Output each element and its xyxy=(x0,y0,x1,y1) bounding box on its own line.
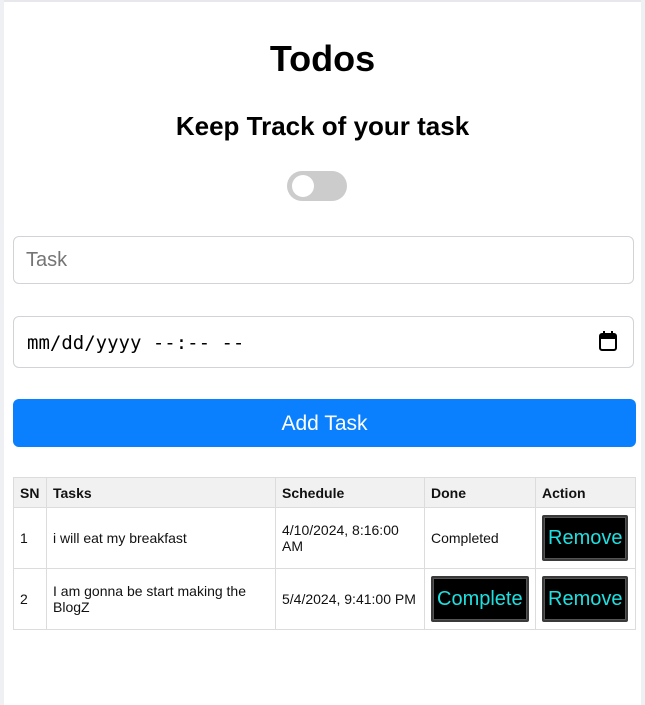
table-row: 1 i will eat my breakfast 4/10/2024, 8:1… xyxy=(13,507,636,569)
row-action-cell: Remove xyxy=(535,507,636,569)
task-input[interactable] xyxy=(13,236,634,284)
row-sn: 2 xyxy=(13,568,47,630)
complete-button[interactable]: Complete xyxy=(431,576,529,622)
row-schedule: 5/4/2024, 9:41:00 PM xyxy=(275,568,425,630)
page-subtitle: Keep Track of your task xyxy=(175,111,470,141)
row-task: I am gonna be start making the BlogZ xyxy=(46,568,276,630)
row-sn: 1 xyxy=(13,507,47,569)
window-top-border xyxy=(0,0,645,2)
header-action: Action xyxy=(535,477,636,508)
table-header-row: SN Tasks Schedule Done Action xyxy=(13,477,636,508)
row-action-cell: Remove xyxy=(535,568,636,630)
datetime-input[interactable]: mm/dd/yyyy --:-- -- xyxy=(13,316,634,368)
remove-button[interactable]: Remove xyxy=(542,515,629,561)
row-done-cell: Complete xyxy=(424,568,536,630)
window-left-border xyxy=(0,0,4,705)
row-task: i will eat my breakfast xyxy=(46,507,276,569)
theme-toggle[interactable] xyxy=(287,171,347,201)
datetime-placeholder: mm/dd/yyyy --:-- -- xyxy=(27,332,245,354)
row-schedule: 4/10/2024, 8:16:00 AM xyxy=(275,507,425,569)
row-done-status: Completed xyxy=(424,507,536,569)
header-tasks: Tasks xyxy=(46,477,276,508)
toggle-knob xyxy=(292,175,314,197)
add-task-button[interactable]: Add Task xyxy=(13,399,636,447)
window-right-border xyxy=(641,0,645,705)
page-title: Todos xyxy=(269,38,376,79)
header-done: Done xyxy=(424,477,536,508)
remove-button[interactable]: Remove xyxy=(542,576,629,622)
table-row: 2 I am gonna be start making the BlogZ 5… xyxy=(13,568,636,630)
calendar-icon[interactable] xyxy=(599,331,617,351)
header-schedule: Schedule xyxy=(275,477,425,508)
header-sn: SN xyxy=(13,477,47,508)
tasks-table: SN Tasks Schedule Done Action 1 i will e… xyxy=(13,477,636,630)
